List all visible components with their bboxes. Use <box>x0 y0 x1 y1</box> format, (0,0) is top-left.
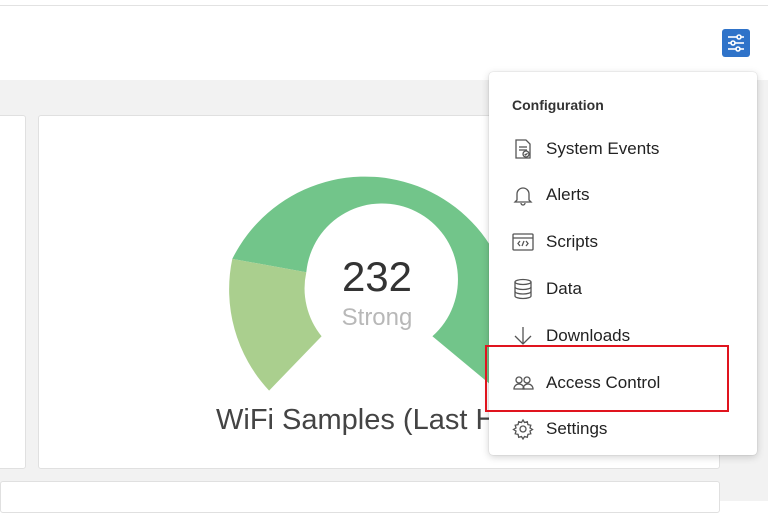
menu-item-system-events[interactable]: System Events <box>489 126 757 172</box>
menu-item-settings[interactable]: Settings <box>489 406 757 452</box>
highlight-annotation <box>485 345 729 412</box>
menu-item-label: Scripts <box>546 232 598 251</box>
bell-icon <box>511 183 535 207</box>
menu-item-label: Data <box>546 279 582 298</box>
gear-icon <box>511 417 535 441</box>
menu-header: Configuration <box>512 97 604 113</box>
database-icon <box>511 277 535 301</box>
menu-item-label: Settings <box>546 419 608 438</box>
document-icon <box>511 137 535 161</box>
menu-item-alerts[interactable]: Alerts <box>489 172 757 218</box>
menu-item-label: Downloads <box>546 326 631 345</box>
menu-item-scripts[interactable]: Scripts <box>489 219 757 265</box>
menu-item-label: Alerts <box>546 185 590 204</box>
gauge-status-label: Strong <box>341 304 413 331</box>
menu-item-data[interactable]: Data <box>489 266 757 312</box>
gauge-title: WiFi Samples (Last Ho <box>216 404 513 436</box>
gauge-value: 232 <box>341 253 413 300</box>
menu-item-label: System Events <box>546 139 660 158</box>
code-window-icon <box>511 230 535 254</box>
